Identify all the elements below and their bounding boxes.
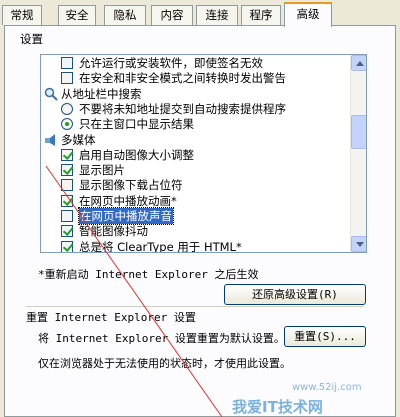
radio-button[interactable] [61,102,73,115]
checkbox[interactable] [61,179,73,192]
reset-description: 将 Internet Explorer 设置重置为默认设置。 [38,332,285,345]
search-icon [44,87,58,101]
list-item-label: 在安全和非安全模式之间转换时发出警告 [79,71,286,86]
tab-general[interactable]: 常规 [2,5,42,25]
restore-advanced-button[interactable]: 还原高级设置(R) [224,284,366,305]
list-item-label: 在网页中播放声音 [78,207,174,225]
reset-button[interactable]: 重置(S)... [284,326,366,347]
scroll-up-button[interactable] [351,55,366,71]
list-item-label: 允许运行或安装软件，即使签名无效 [79,56,263,70]
radio-button[interactable] [61,118,73,131]
tab-content[interactable]: 内容 [151,5,193,25]
checkbox[interactable] [61,210,73,222]
watermark-logo: 我爱IT技术网 [232,398,323,416]
list-item-label: 智能图像抖动 [79,224,148,239]
divider [26,306,364,307]
list-item-label: 显示图片 [79,163,125,178]
settings-listbox[interactable]: 允许运行或安装软件，即使签名无效 在安全和非安全模式之间转换时发出警告 从地址栏中搜… [40,54,367,253]
watermark-url: www.52ij.com [292,382,362,393]
tab-advanced[interactable]: 高级 [284,2,332,27]
checkbox[interactable] [61,57,73,69]
list-item-label: 从地址栏中搜索 [61,86,142,101]
tab-connections[interactable]: 连接 [196,5,238,25]
reset-section-title: 重置 Internet Explorer 设置 [26,311,196,324]
tab-privacy[interactable]: 隐私 [104,5,146,25]
reset-hint: 仅在浏览器处于无法使用的状态时，才使用此设置。 [38,357,291,370]
tab-security[interactable]: 安全 [58,5,96,25]
checkbox[interactable] [61,194,73,207]
list-item-label: 不要将未知地址提交到自动搜索提供程序 [79,101,286,116]
scroll-down-button[interactable] [351,236,366,252]
list-item-label: 启用自动图像大小调整 [79,147,194,162]
list-item-label: 多媒体 [61,132,96,147]
chevron-up-icon [356,61,364,66]
scroll-thumb[interactable] [351,115,366,149]
checkbox[interactable] [61,164,73,177]
checkbox[interactable] [61,148,73,161]
restart-note: *重新启动 Internet Explorer 之后生效 [38,268,259,281]
list-item-label: 显示图像下载占位符 [79,178,183,193]
list-item-label: 只在主窗口中显示结果 [79,117,194,132]
multimedia-icon [44,133,58,147]
list-item-label: 总是将 ClearType 用于 HTML* [79,239,242,253]
list-item-label: 在网页中播放动画* [79,193,177,208]
settings-label: 设置 [20,32,43,46]
tab-strip: 常规 安全 隐私 内容 连接 程序 高级 [0,0,400,27]
checkbox[interactable] [61,225,73,238]
checkbox[interactable] [61,72,73,85]
tab-programs[interactable]: 程序 [241,5,281,25]
chevron-down-icon [356,242,364,247]
checkbox[interactable] [61,240,73,252]
vertical-scrollbar[interactable] [350,55,366,252]
